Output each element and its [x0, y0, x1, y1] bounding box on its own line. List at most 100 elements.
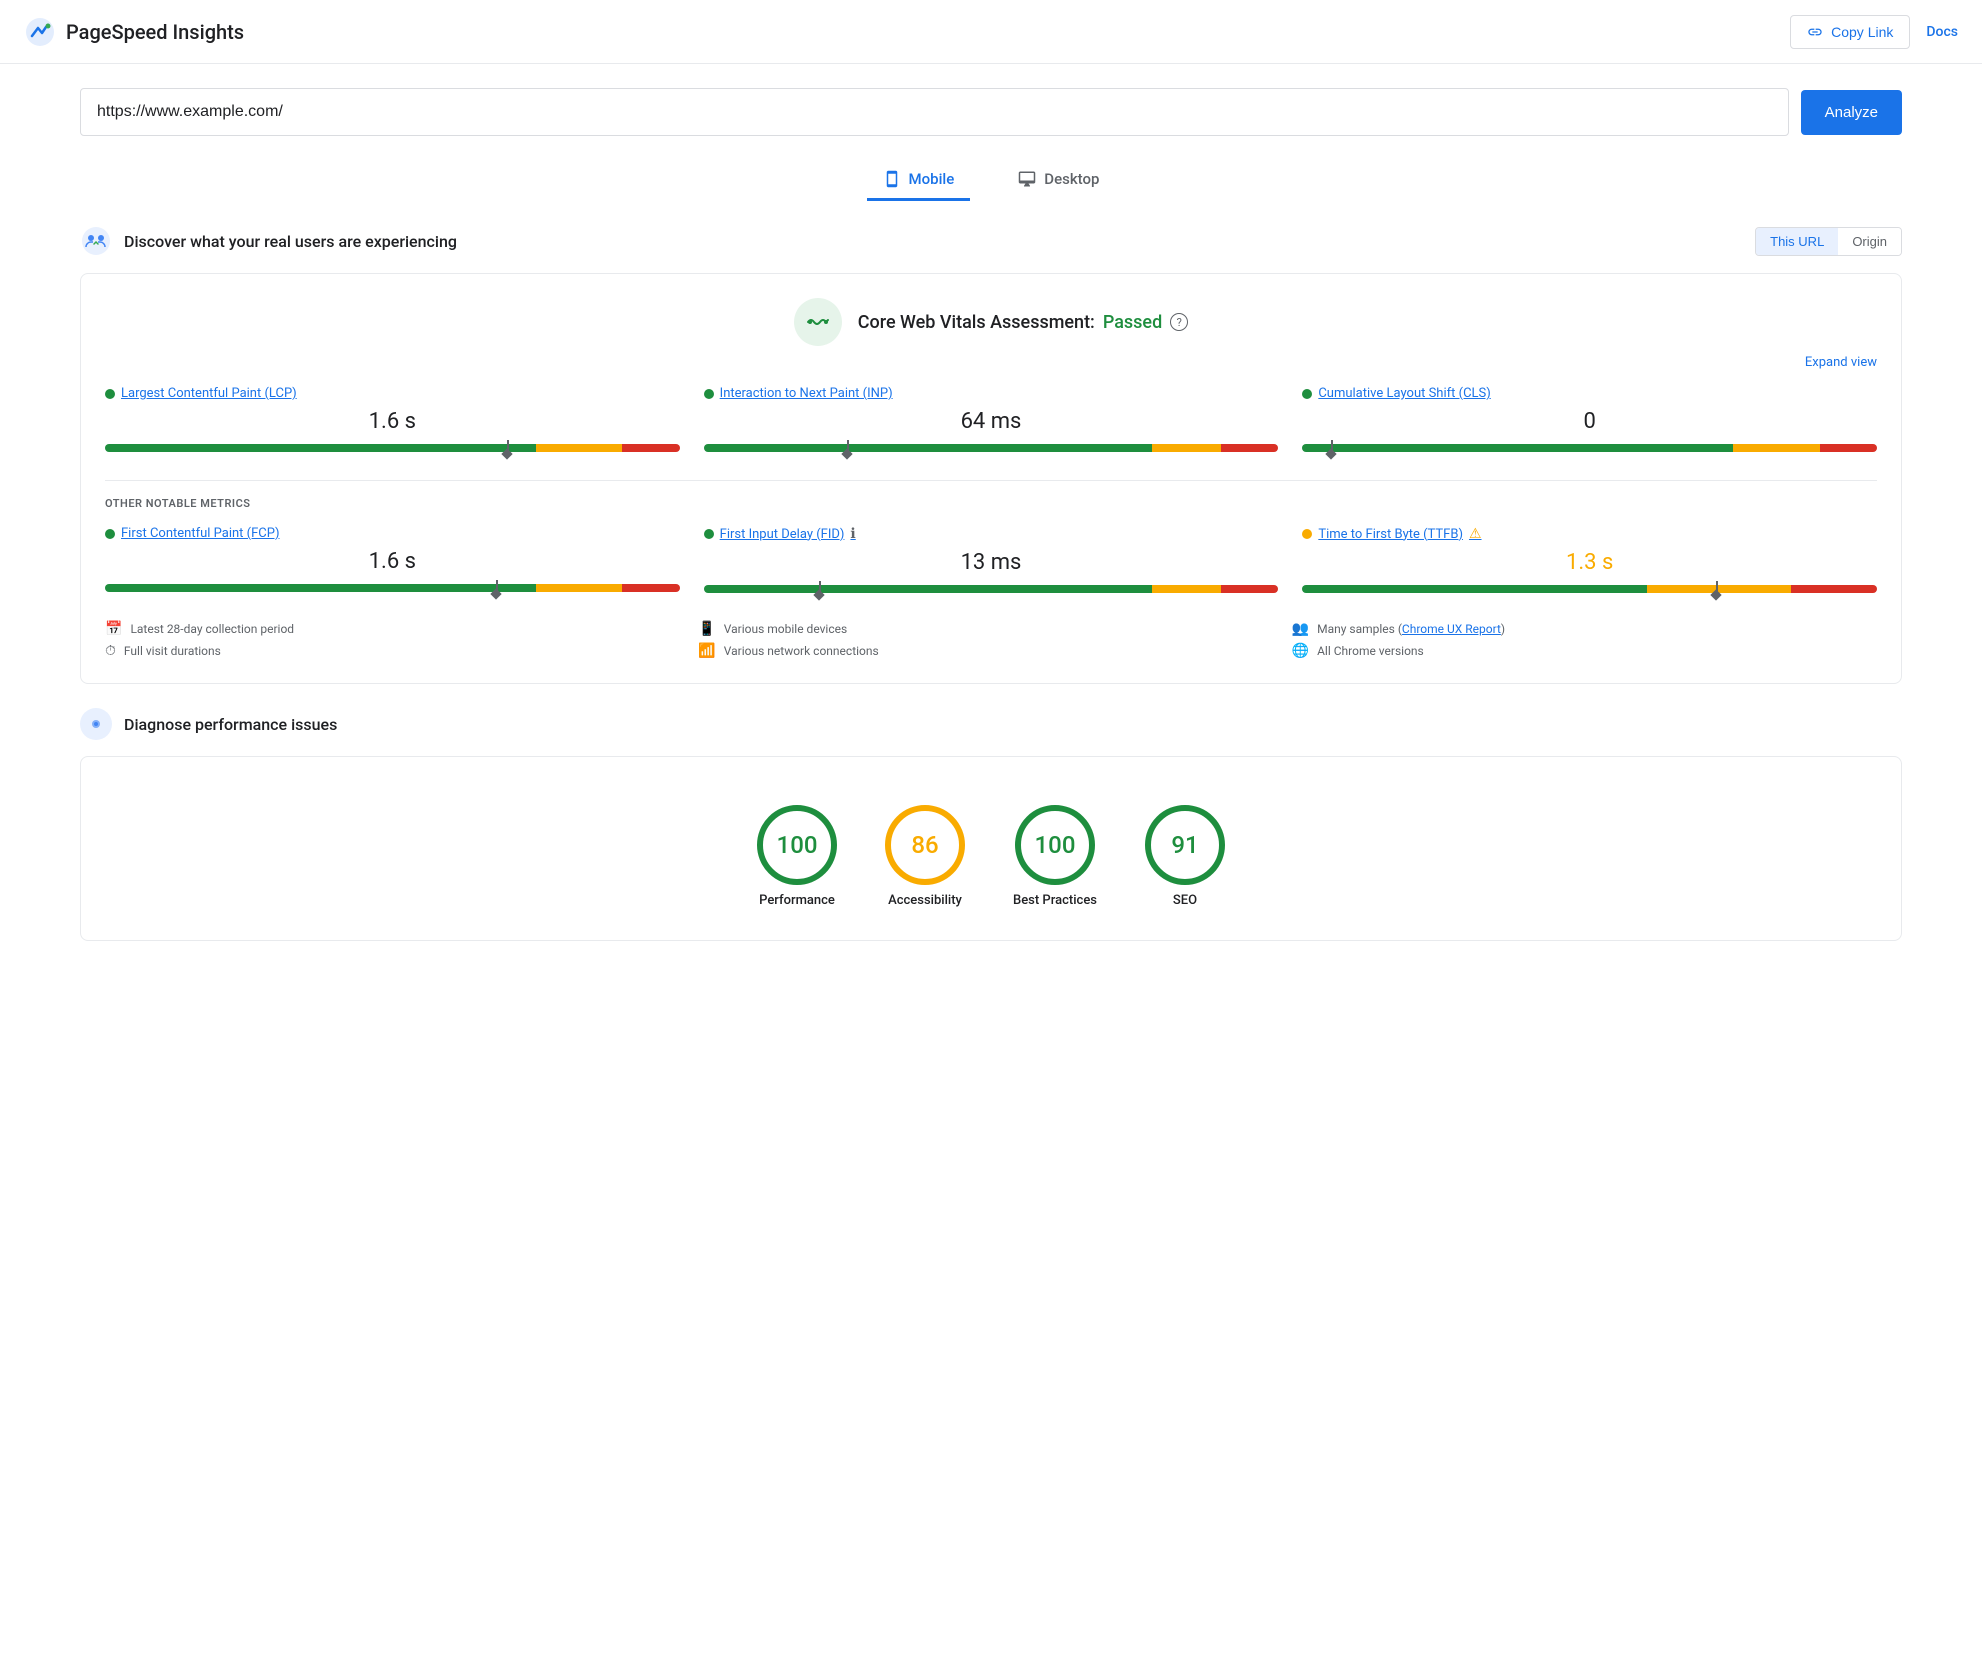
fid-metric: First Input Delay (FID) ℹ 13 ms [704, 526, 1279, 597]
ttfb-status-dot [1302, 529, 1312, 539]
this-url-button[interactable]: This URL [1756, 228, 1838, 255]
diagnose-section-header: Diagnose performance issues [80, 708, 1902, 740]
cwv-title-area: Core Web Vitals Assessment: Passed ? [858, 312, 1188, 333]
timer-icon: ⏱ [105, 643, 116, 659]
cls-label[interactable]: Cumulative Layout Shift (CLS) [1302, 386, 1877, 401]
copy-link-button[interactable]: Copy Link [1790, 15, 1910, 49]
fcp-value: 1.6 s [105, 549, 680, 574]
search-area: Analyze [0, 64, 1982, 160]
best-practices-circle: 100 [1015, 805, 1095, 885]
fid-status-dot [704, 529, 714, 539]
performance-circle: 100 [757, 805, 837, 885]
fcp-label[interactable]: First Contentful Paint (FCP) [105, 526, 680, 541]
performance-score: 100 Performance [757, 805, 837, 908]
fid-value: 13 ms [704, 550, 1279, 575]
cwv-assessment-label: Core Web Vitals Assessment: [858, 312, 1095, 333]
header-left: PageSpeed Insights [24, 16, 244, 48]
metrics-divider [105, 480, 1877, 481]
footer-item-devices: 📱 Various mobile devices [698, 621, 1283, 637]
url-input[interactable] [80, 88, 1789, 136]
ttfb-value: 1.3 s [1302, 550, 1877, 575]
cls-value: 0 [1302, 409, 1877, 434]
best-practices-score: 100 Best Practices [1013, 805, 1097, 908]
header: PageSpeed Insights Copy Link Docs [0, 0, 1982, 64]
inp-status-dot [704, 389, 714, 399]
lcp-metric: Largest Contentful Paint (LCP) 1.6 s [105, 386, 680, 456]
desktop-icon [1018, 170, 1036, 188]
seo-value: 91 [1171, 831, 1198, 859]
tab-desktop[interactable]: Desktop [1002, 160, 1115, 201]
cls-bar [1302, 444, 1877, 452]
network-icon: 📶 [698, 643, 715, 659]
inp-value: 64 ms [704, 409, 1279, 434]
footer-item-duration: ⏱ Full visit durations [105, 643, 690, 659]
copy-link-label: Copy Link [1831, 24, 1893, 40]
footer-network-text: Various network connections [724, 644, 879, 658]
footer-col2: 📱 Various mobile devices 📶 Various netwo… [698, 621, 1283, 659]
ttfb-bar [1302, 585, 1877, 593]
diagnose-card: 100 Performance 86 Accessibility 100 Bes… [80, 756, 1902, 941]
footer-item-chrome: 🌐 All Chrome versions [1292, 643, 1877, 659]
footer-collection-text: Latest 28-day collection period [130, 622, 294, 636]
other-metrics-label: OTHER NOTABLE METRICS [105, 497, 1877, 510]
expand-view-link[interactable]: Expand view [1805, 355, 1877, 370]
real-users-section-header: Discover what your real users are experi… [80, 225, 1902, 257]
best-practices-value: 100 [1035, 831, 1076, 859]
tab-mobile-label: Mobile [909, 170, 955, 188]
cls-status-dot [1302, 389, 1312, 399]
lcp-status-dot [105, 389, 115, 399]
real-users-icon [80, 225, 112, 257]
footer-col3: 👥 Many samples (Chrome UX Report) 🌐 All … [1292, 621, 1877, 659]
ttfb-label[interactable]: Time to First Byte (TTFB) ⚠ [1302, 526, 1877, 542]
best-practices-label: Best Practices [1013, 893, 1097, 908]
accessibility-circle: 86 [885, 805, 965, 885]
performance-value: 100 [777, 831, 818, 859]
core-web-vitals-card: Core Web Vitals Assessment: Passed ? Exp… [80, 273, 1902, 684]
cwv-icon [794, 298, 842, 346]
inp-label[interactable]: Interaction to Next Paint (INP) [704, 386, 1279, 401]
seo-label: SEO [1145, 893, 1225, 908]
primary-metrics-grid: Largest Contentful Paint (LCP) 1.6 s [105, 386, 1877, 456]
origin-button[interactable]: Origin [1838, 228, 1901, 255]
tab-mobile[interactable]: Mobile [867, 160, 971, 201]
fid-info-icon[interactable]: ℹ [850, 526, 855, 542]
app-title: PageSpeed Insights [66, 20, 244, 44]
diagnose-title: Diagnose performance issues [124, 715, 337, 734]
analyze-button[interactable]: Analyze [1801, 90, 1902, 135]
fid-bar [704, 585, 1279, 593]
cls-metric: Cumulative Layout Shift (CLS) 0 [1302, 386, 1877, 456]
chrome-ux-report-link[interactable]: Chrome UX Report [1402, 622, 1501, 636]
performance-label: Performance [757, 893, 837, 908]
mobile-icon [883, 170, 901, 188]
lcp-value: 1.6 s [105, 409, 680, 434]
footer-info: 📅 Latest 28-day collection period ⏱ Full… [105, 621, 1877, 659]
lcp-label[interactable]: Largest Contentful Paint (LCP) [105, 386, 680, 401]
docs-link[interactable]: Docs [1926, 24, 1958, 40]
tab-desktop-label: Desktop [1044, 170, 1099, 188]
ttfb-warning-icon: ⚠ [1469, 526, 1482, 542]
footer-devices-text: Various mobile devices [724, 622, 847, 636]
link-icon [1807, 24, 1823, 40]
lcp-bar [105, 444, 680, 452]
footer-col1: 📅 Latest 28-day collection period ⏱ Full… [105, 621, 690, 659]
pagespeed-logo-icon [24, 16, 56, 48]
other-metrics-grid: First Contentful Paint (FCP) 1.6 s [105, 526, 1877, 597]
fid-label[interactable]: First Input Delay (FID) ℹ [704, 526, 1279, 542]
fcp-metric: First Contentful Paint (FCP) 1.6 s [105, 526, 680, 597]
footer-chrome-text: All Chrome versions [1317, 644, 1424, 658]
footer-duration-text: Full visit durations [124, 644, 221, 658]
footer-item-samples: 👥 Many samples (Chrome UX Report) [1292, 621, 1877, 637]
footer-item-collection: 📅 Latest 28-day collection period [105, 621, 690, 637]
footer-samples-text: Many samples (Chrome UX Report) [1317, 622, 1505, 636]
main-content: Discover what your real users are experi… [0, 225, 1982, 1005]
section-header-left: Discover what your real users are experi… [80, 225, 457, 257]
inp-bar [704, 444, 1279, 452]
accessibility-value: 86 [911, 831, 938, 859]
cwv-status: Passed [1103, 312, 1162, 333]
section-title: Discover what your real users are experi… [124, 232, 457, 251]
fcp-bar [105, 584, 680, 592]
cwv-help-icon[interactable]: ? [1170, 313, 1188, 331]
users-icon: 👥 [1292, 621, 1309, 637]
inp-metric: Interaction to Next Paint (INP) 64 ms [704, 386, 1279, 456]
mobile-icon-small: 📱 [698, 621, 715, 637]
